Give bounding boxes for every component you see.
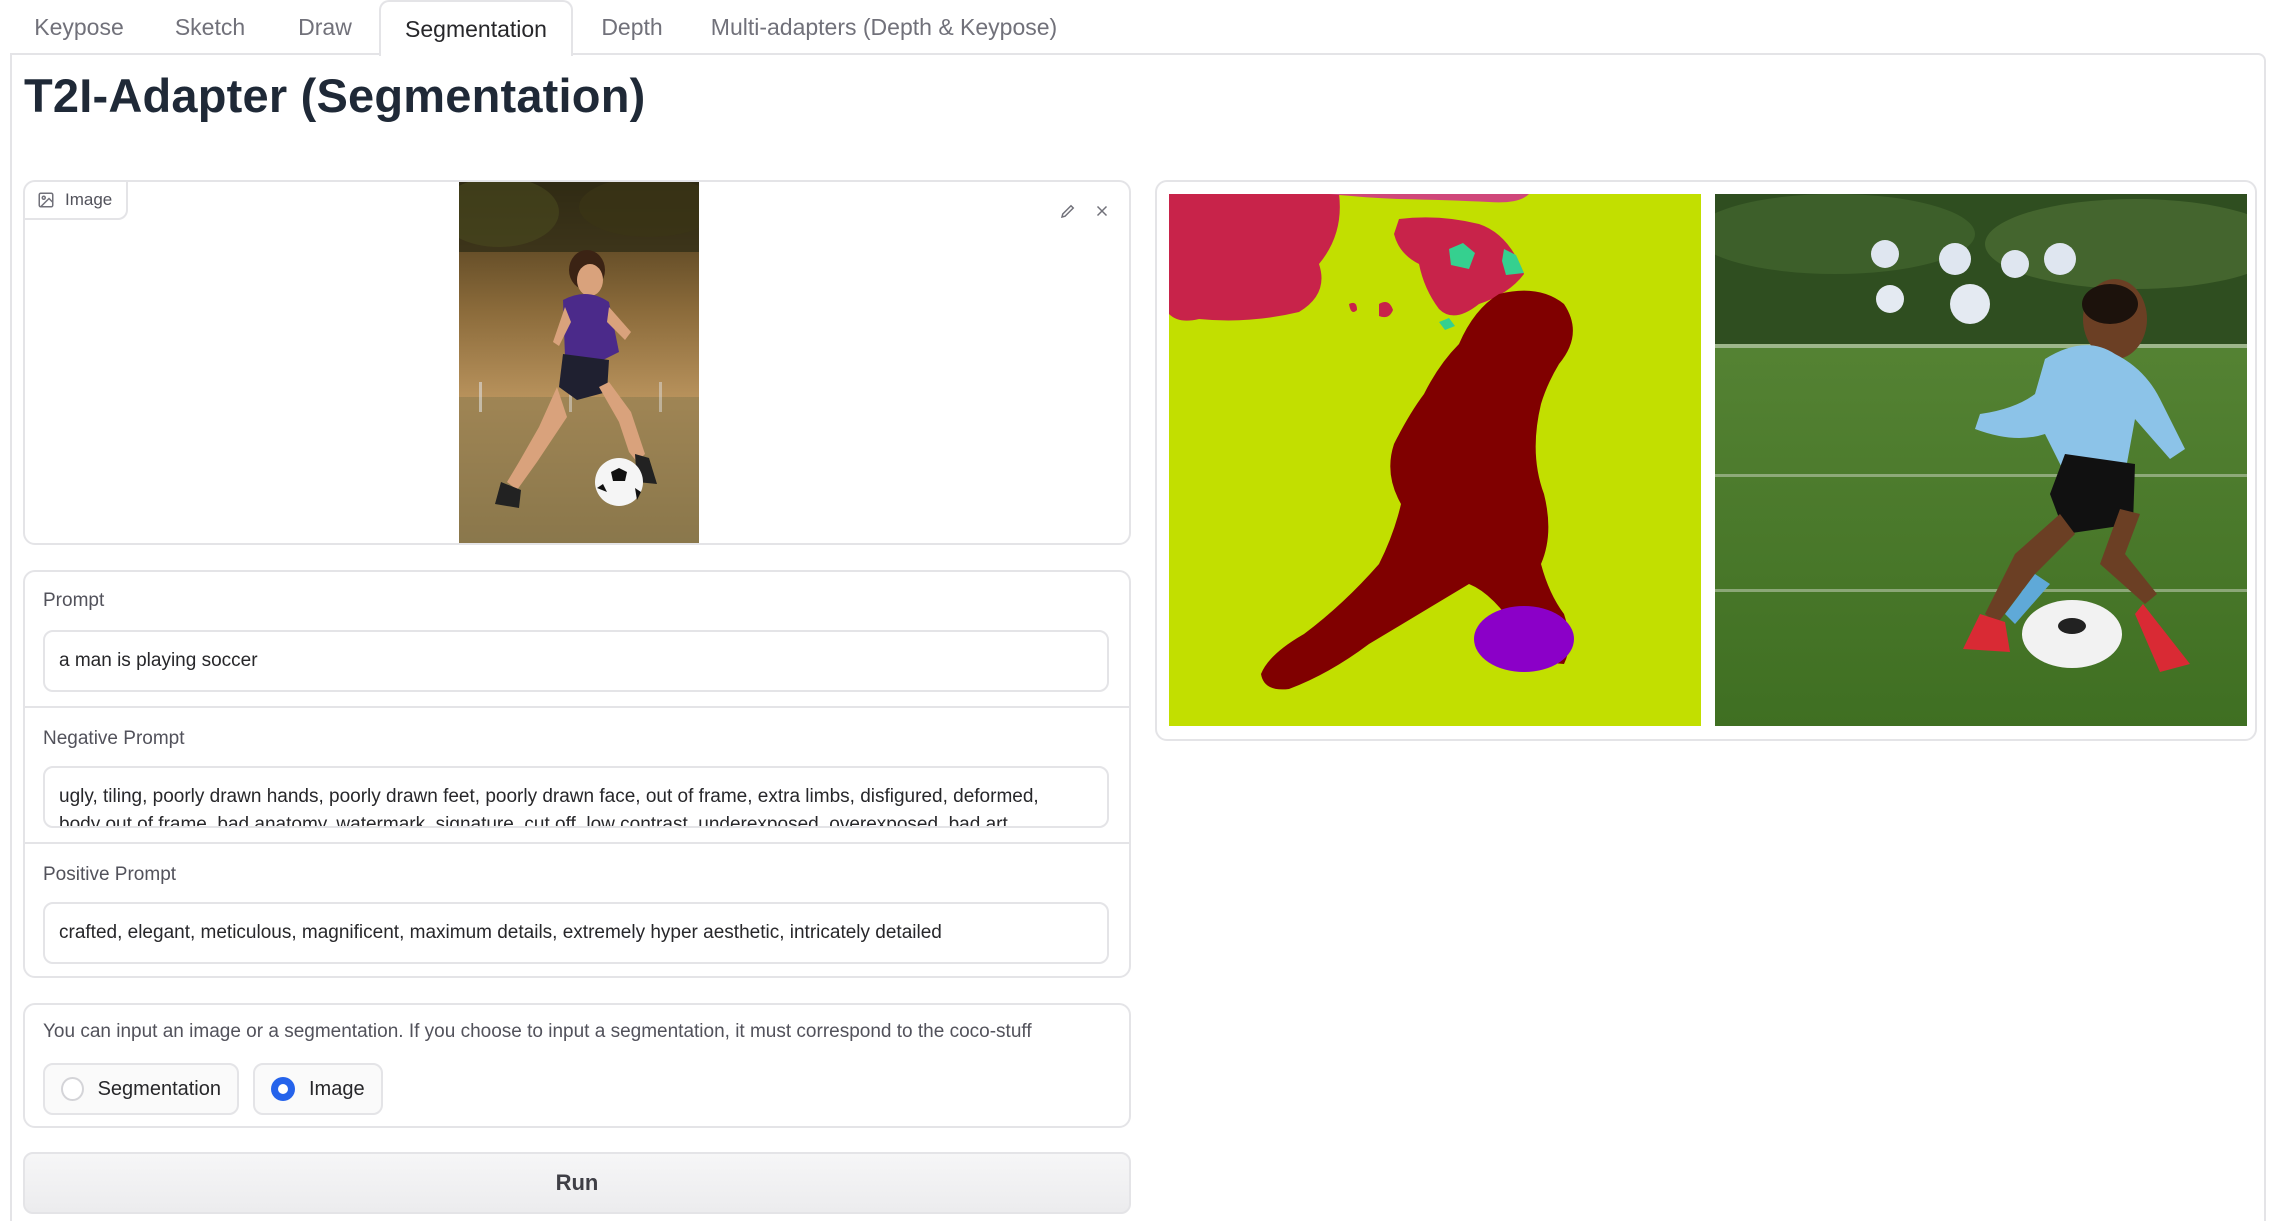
radio-segmentation-label: Segmentation <box>97 1077 221 1100</box>
image-input[interactable]: Image <box>23 180 1131 545</box>
tab-depth[interactable]: Depth <box>582 0 682 54</box>
app-root: Keypose Sketch Draw Segmentation Depth M… <box>0 0 2277 1221</box>
image-label-text: Image <box>65 190 113 209</box>
radio-button-unchecked[interactable] <box>61 1077 84 1101</box>
positive-prompt-value: crafted, elegant, meticulous, magnificen… <box>59 922 942 943</box>
input-type-group: You can input an image or a segmentation… <box>23 1003 1131 1128</box>
radio-segmentation[interactable]: Segmentation <box>43 1063 239 1115</box>
input-type-info: You can input an image or a segmentation… <box>43 1021 1032 1042</box>
output-gallery <box>1155 180 2257 741</box>
radio-image-label: Image <box>309 1077 365 1100</box>
negative-prompt-input[interactable]: ugly, tiling, poorly drawn hands, poorly… <box>43 766 1109 828</box>
tab-multi-adapters[interactable]: Multi-adapters (Depth & Keypose) <box>702 0 1066 54</box>
radio-button-checked[interactable] <box>271 1077 295 1101</box>
tab-bar: Keypose Sketch Draw Segmentation Depth M… <box>0 0 2277 56</box>
negative-prompt-line1: ugly, tiling, poorly drawn hands, poorly… <box>59 786 1039 807</box>
prompt-group: Prompt a man is playing soccer Negative … <box>23 570 1131 978</box>
page-title: T2I-Adapter (Segmentation) <box>24 69 646 122</box>
segmentation-output-image[interactable] <box>1169 194 1701 726</box>
image-input-label: Image <box>25 182 129 220</box>
tab-draw[interactable]: Draw <box>280 0 370 54</box>
prompt-label: Prompt <box>43 590 105 611</box>
positive-prompt-input[interactable]: crafted, elegant, meticulous, magnificen… <box>43 902 1109 964</box>
edit-image-button[interactable] <box>1051 194 1085 228</box>
prompt-input[interactable]: a man is playing soccer <box>43 630 1109 692</box>
prompt-value: a man is playing soccer <box>59 650 258 671</box>
pencil-icon <box>1060 204 1075 219</box>
divider <box>25 842 1129 844</box>
radio-image[interactable]: Image <box>253 1063 383 1115</box>
tab-segmentation[interactable]: Segmentation <box>379 0 573 56</box>
negative-prompt-label: Negative Prompt <box>43 728 185 749</box>
positive-prompt-label: Positive Prompt <box>43 864 177 885</box>
run-button[interactable]: Run <box>23 1152 1131 1214</box>
tab-keypose[interactable]: Keypose <box>22 0 136 54</box>
close-icon <box>1096 205 1108 217</box>
negative-prompt-line2: body out of frame, bad anatomy, watermar… <box>59 814 1008 828</box>
image-icon <box>38 192 54 208</box>
tab-sketch[interactable]: Sketch <box>160 0 260 54</box>
uploaded-image <box>459 182 699 543</box>
divider <box>25 706 1129 708</box>
clear-image-button[interactable] <box>1085 194 1119 228</box>
generated-output-image[interactable] <box>1715 194 2247 726</box>
